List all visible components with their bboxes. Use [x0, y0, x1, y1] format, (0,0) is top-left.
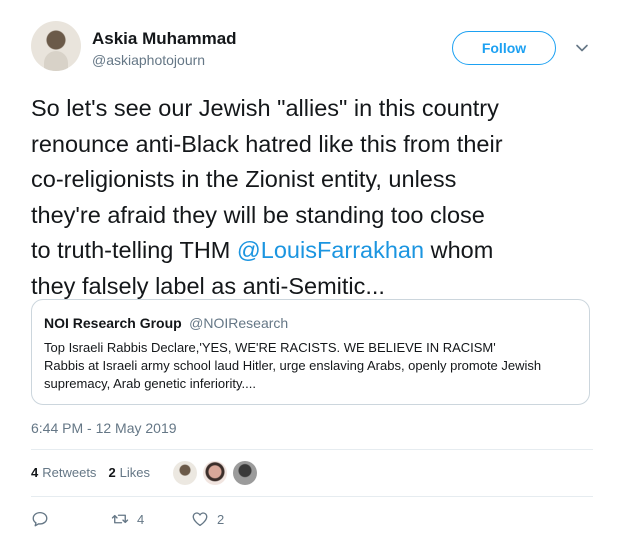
tweet-text-line: co-religionists in the Zionist entity, u…	[31, 166, 457, 192]
heart-icon	[192, 512, 208, 527]
action-bar: 4 2	[31, 510, 331, 532]
liker-avatar[interactable]	[173, 461, 197, 485]
tweet-text-line: So let's see our Jewish "allies" in this…	[31, 95, 499, 121]
mention-link[interactable]: @LouisFarrakhan	[237, 237, 424, 263]
liker-avatar[interactable]	[233, 461, 257, 485]
timestamp-link[interactable]: 6:44 PM - 12 May 2019	[31, 420, 177, 436]
divider	[31, 496, 593, 497]
quoted-author-handle: @NOIResearch	[189, 315, 289, 331]
chevron-down-icon[interactable]	[574, 40, 590, 56]
retweets-label: Retweets	[42, 465, 97, 480]
like-count: 2	[217, 511, 225, 527]
retweets-stat[interactable]: 4 Retweets	[31, 465, 96, 480]
reply-icon	[32, 511, 48, 527]
avatar[interactable]	[31, 21, 81, 71]
retweet-count: 4	[137, 511, 145, 527]
likes-stat[interactable]: 2 Likes	[108, 465, 150, 480]
quoted-tweet[interactable]: NOI Research Group @NOIResearch Top Isra…	[31, 299, 590, 405]
quoted-text-line: Top Israeli Rabbis Declare,'YES, WE'RE R…	[44, 340, 496, 355]
tweet-text-line: to truth-telling THM @LouisFarrakhan who…	[31, 233, 611, 269]
retweets-count: 4	[31, 465, 39, 480]
quoted-author-name: NOI Research Group	[44, 315, 182, 331]
retweet-icon	[111, 514, 129, 524]
quoted-text: Top Israeli Rabbis Declare,'YES, WE'RE R…	[44, 339, 577, 393]
author-handle[interactable]: @askiaphotojourn	[92, 52, 205, 68]
author-name[interactable]: Askia Muhammad	[92, 29, 237, 49]
tweet-text-line: renounce anti-Black hatred like this fro…	[31, 130, 503, 157]
reply-button[interactable]	[31, 510, 57, 528]
divider	[31, 449, 593, 450]
likes-count: 2	[108, 465, 116, 480]
tweet-text-fragment: whom	[424, 237, 494, 263]
quoted-text-line: Rabbis at Israeli army school laud Hitle…	[44, 358, 542, 373]
tweet-text: So let's see our Jewish "allies" in this…	[31, 91, 611, 304]
engagement-stats: 4 Retweets 2 Likes	[31, 465, 162, 480]
like-button[interactable]: 2	[191, 510, 224, 528]
quoted-text-line: supremacy, Arab genetic inferiority....	[44, 376, 256, 391]
likes-label: Likes	[119, 465, 151, 480]
retweet-button[interactable]: 4	[111, 510, 144, 528]
liker-avatars	[173, 461, 263, 485]
tweet-card: Askia Muhammad @askiaphotojourn Follow S…	[0, 0, 627, 555]
quoted-header: NOI Research Group @NOIResearch	[44, 315, 577, 333]
tweet-text-fragment: to truth-telling THM	[31, 237, 237, 263]
follow-button[interactable]: Follow	[452, 31, 556, 65]
tweet-text-line: they're afraid they will be standing too…	[31, 201, 485, 228]
liker-avatar[interactable]	[203, 461, 227, 485]
